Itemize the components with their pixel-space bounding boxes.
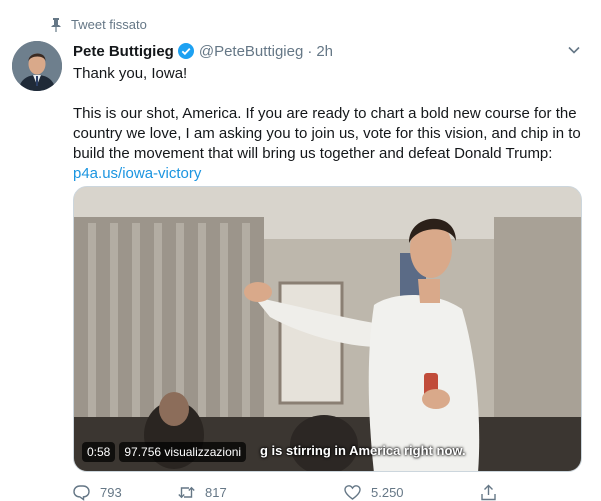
reply-icon	[73, 485, 90, 501]
avatar[interactable]	[12, 41, 62, 91]
tweet-body: This is our shot, America. If you are re…	[73, 104, 588, 184]
retweet-icon	[178, 486, 195, 499]
tweet-text: Thank you, Iowa! This is our shot, Ameri…	[73, 64, 588, 184]
share-icon	[481, 484, 496, 501]
retweet-count: 817	[205, 485, 227, 500]
share-button[interactable]	[480, 484, 497, 501]
tweet-time[interactable]: 2h	[316, 43, 333, 60]
retweet-button[interactable]: 817	[178, 484, 227, 501]
avatar-photo	[12, 41, 62, 91]
tweet-line-1: Thank you, Iowa!	[73, 65, 188, 82]
author-name[interactable]: Pete Buttigieg	[73, 43, 174, 60]
tweet-link[interactable]: p4a.us/iowa-victory	[73, 165, 201, 182]
tweet-actions: 793 817 5.250	[73, 484, 513, 501]
video-player[interactable]: g is stirring in America right now. 0:58…	[73, 186, 582, 472]
pinned-label: Tweet fissato	[71, 17, 147, 32]
pinned-indicator: Tweet fissato	[51, 17, 147, 32]
author-handle[interactable]: @PeteButtigieg	[199, 43, 303, 60]
video-badges: 0:58 97.756 visualizzazioni	[82, 442, 247, 462]
video-frame	[74, 187, 581, 471]
tweet-header: Pete Buttigieg @PeteButtigieg · 2h	[73, 41, 587, 61]
separator-dot: ·	[307, 42, 313, 60]
like-icon	[344, 485, 361, 500]
like-count: 5.250	[371, 485, 404, 500]
reply-count: 793	[100, 485, 122, 500]
reply-button[interactable]: 793	[73, 484, 122, 501]
video-caption: g is stirring in America right now.	[260, 443, 466, 458]
pin-icon	[51, 17, 61, 32]
verified-icon	[177, 43, 194, 59]
like-button[interactable]: 5.250	[344, 484, 404, 501]
tweet-body-text: This is our shot, America. If you are re…	[73, 105, 581, 162]
video-views: 97.756 visualizzazioni	[119, 442, 247, 462]
chevron-down-icon[interactable]	[567, 43, 581, 57]
video-duration: 0:58	[82, 442, 116, 462]
